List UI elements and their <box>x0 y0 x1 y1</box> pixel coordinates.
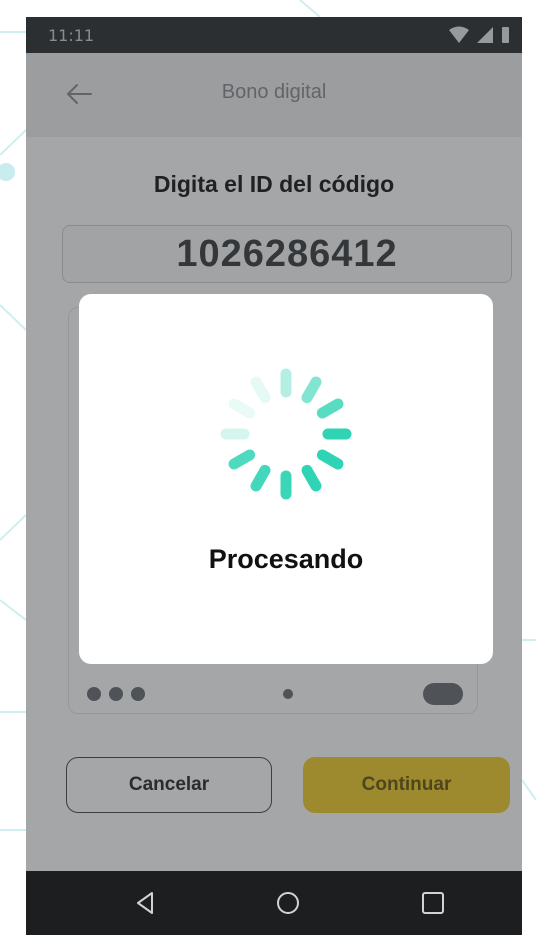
processing-dialog: Procesando <box>79 294 493 664</box>
spinner-segment <box>228 449 256 470</box>
square-recents-icon[interactable] <box>419 889 447 917</box>
navigation-bar <box>26 871 522 935</box>
spinner-segment <box>316 398 344 419</box>
phone-screen: 11:11 Bono digital Digita el ID del códi… <box>26 17 522 935</box>
spinner-segment <box>250 464 271 492</box>
processing-message: Procesando <box>208 544 364 574</box>
spinner-segment <box>316 449 344 470</box>
spinner-segment <box>228 398 256 419</box>
circuit-node <box>0 163 15 181</box>
loading-spinner-icon <box>220 368 352 500</box>
triangle-back-icon[interactable] <box>132 889 160 917</box>
spinner-segment <box>301 376 322 404</box>
spinner-segment <box>301 464 322 492</box>
circle-home-icon[interactable] <box>274 889 302 917</box>
spinner-segment <box>250 376 271 404</box>
